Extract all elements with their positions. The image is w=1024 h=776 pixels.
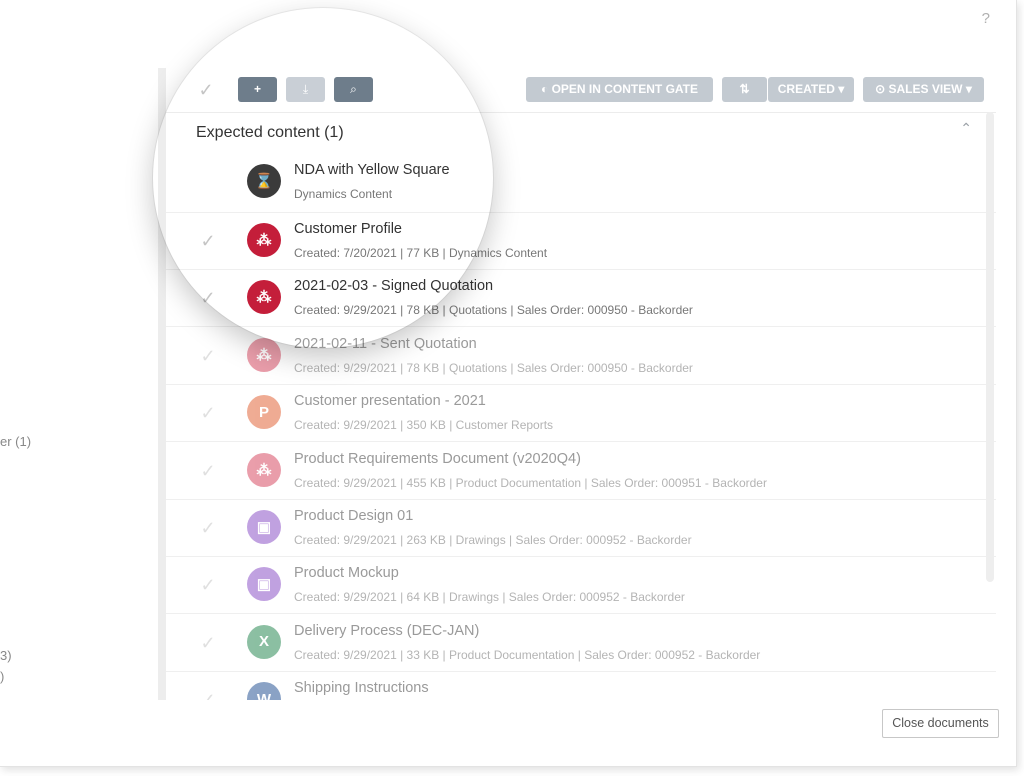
document-title: Shipping Instructions bbox=[294, 680, 429, 697]
document-row[interactable]: ✓ W Shipping Instructions bbox=[166, 672, 996, 700]
sort-icon: ⇅ bbox=[739, 82, 750, 96]
collapse-icon[interactable]: ⌃ bbox=[960, 120, 972, 137]
row-checkbox[interactable]: ✓ bbox=[198, 403, 218, 423]
scrollbar[interactable] bbox=[986, 112, 994, 582]
help-icon[interactable]: ? bbox=[982, 10, 990, 27]
file-type-icon: P bbox=[247, 395, 281, 430]
left-panel-text: ) bbox=[0, 669, 5, 684]
plus-icon: + bbox=[253, 82, 261, 96]
file-type-icon: W bbox=[247, 682, 281, 700]
document-title: Customer presentation - 2021 bbox=[294, 393, 486, 410]
document-row[interactable]: ✓ ⁂ 2021-02-11 - Sent Quotation Created: 9/… bbox=[166, 328, 996, 385]
row-checkbox[interactable]: ✓ bbox=[198, 461, 218, 481]
file-type-icon: X bbox=[247, 624, 281, 659]
hourglass-icon: ⌛ bbox=[247, 164, 281, 198]
document-row[interactable]: ✓ ⁂ Product Requirements Document (v2020Q4… bbox=[166, 443, 996, 500]
row-checkbox[interactable]: ✓ bbox=[198, 231, 218, 251]
sort-direction-button[interactable]: ⇅ bbox=[722, 77, 767, 102]
chevron-down-icon: ▾ bbox=[965, 82, 972, 96]
document-meta: Created: 9/29/2021 | 263 KB | Drawings |… bbox=[294, 533, 692, 547]
select-all-checkbox[interactable]: ✓ bbox=[196, 80, 216, 100]
document-meta: Dynamics Content bbox=[294, 187, 393, 201]
expected-content-item[interactable]: ⌛ NDA with Yellow Square Dynamics Conten… bbox=[166, 154, 996, 211]
toolbar: ✓ + ⤓ ⌕ ◐ OPEN IN CONTENT GATE ⇅ CREATED… bbox=[166, 68, 996, 113]
left-panel-text: er (1) bbox=[0, 434, 32, 449]
document-title: Product Mockup bbox=[294, 565, 399, 582]
search-button[interactable]: ⌕ bbox=[334, 77, 373, 102]
document-row[interactable]: ✓ P Customer presentation - 2021 Created: 9… bbox=[166, 385, 996, 442]
document-meta: Created: 9/29/2021 | 78 KB | Quotations … bbox=[294, 360, 693, 375]
row-checkbox[interactable]: ✓ bbox=[198, 346, 218, 366]
row-checkbox[interactable]: ✓ bbox=[198, 633, 218, 653]
chevron-down-icon: ▾ bbox=[838, 82, 845, 96]
file-type-icon: ⁂ bbox=[247, 337, 281, 372]
document-row[interactable]: ✓ X Delivery Process (DEC-JAN) Created: 9/2… bbox=[166, 615, 996, 672]
file-type-icon: ▣ bbox=[247, 510, 281, 544]
sort-field-dropdown[interactable]: CREATED ▾ bbox=[768, 77, 854, 102]
view-dropdown[interactable]: ⊙ SALES VIEW ▾ bbox=[863, 77, 984, 102]
row-checkbox[interactable]: ✓ bbox=[198, 518, 218, 538]
file-type-icon: ⁂ bbox=[247, 280, 281, 315]
document-title: Product Design 01 bbox=[294, 508, 414, 524]
document-meta: Created: 9/29/2021 | 78 KB | Quotations … bbox=[294, 303, 693, 318]
download-button[interactable]: ⤓ bbox=[286, 77, 325, 102]
document-row[interactable]: ✓ ▣ Product Design 01 Created: 9/29/2021 | … bbox=[166, 500, 996, 557]
file-type-icon: ▣ bbox=[247, 567, 281, 602]
open-in-content-gate-button[interactable]: ◐ OPEN IN CONTENT GATE bbox=[526, 77, 713, 102]
document-meta: Created: 9/29/2021 | 64 KB | Drawings | … bbox=[294, 590, 685, 605]
document-title: NDA with Yellow Square bbox=[294, 162, 450, 178]
row-checkbox[interactable]: ✓ bbox=[198, 575, 218, 595]
document-title: Delivery Process (DEC-JAN) bbox=[294, 622, 480, 639]
document-row[interactable]: ✓ ⁂ Customer Profile Created: 7/20/2021 | 7… bbox=[166, 213, 996, 270]
file-type-icon: ⁂ bbox=[247, 223, 281, 257]
download-icon: ⤓ bbox=[302, 82, 309, 96]
close-documents-button[interactable]: Close documents bbox=[882, 709, 999, 738]
document-meta: Created: 9/29/2021 | 33 KB | Product Doc… bbox=[294, 647, 761, 662]
file-type-icon: ⁂ bbox=[247, 452, 281, 487]
document-meta: Created: 9/29/2021 | 455 KB | Product Do… bbox=[294, 475, 767, 490]
documents-dialog: ? er (1) 3) ) ✓ + ⤓ ⌕ ◐ OPEN IN CONTENT … bbox=[0, 0, 1017, 767]
row-checkbox[interactable]: ✓ bbox=[198, 288, 218, 308]
row-checkbox[interactable]: ✓ bbox=[198, 690, 218, 700]
glasses-icon: ⊙ bbox=[875, 82, 889, 96]
document-list-panel: ✓ + ⤓ ⌕ ◐ OPEN IN CONTENT GATE ⇅ CREATED… bbox=[166, 68, 996, 700]
document-title: 2021-02-11 - Sent Quotation bbox=[294, 335, 477, 352]
document-meta: Created: 7/20/2021 | 77 KB | Dynamics Co… bbox=[294, 246, 548, 260]
document-row[interactable]: ✓ ▣ Product Mockup Created: 9/29/2021 | 64 … bbox=[166, 557, 996, 614]
content-gate-icon: ◐ bbox=[540, 82, 552, 96]
panel-splitter[interactable] bbox=[158, 68, 166, 700]
add-button[interactable]: + bbox=[238, 77, 277, 102]
document-row[interactable]: ✓ ⁂ 2021-02-03 - Signed Quotation Created: … bbox=[166, 270, 996, 327]
document-title: Customer Profile bbox=[294, 221, 402, 237]
document-title: Product Requirements Document (v2020Q4) bbox=[294, 450, 581, 467]
document-title: 2021-02-03 - Signed Quotation bbox=[294, 278, 494, 295]
document-meta: Created: 9/29/2021 | 350 KB | Customer R… bbox=[294, 418, 554, 433]
search-icon: ⌕ bbox=[350, 82, 357, 96]
left-panel-text: 3) bbox=[0, 648, 12, 663]
expected-content-heading: Expected content (1) bbox=[196, 124, 344, 141]
